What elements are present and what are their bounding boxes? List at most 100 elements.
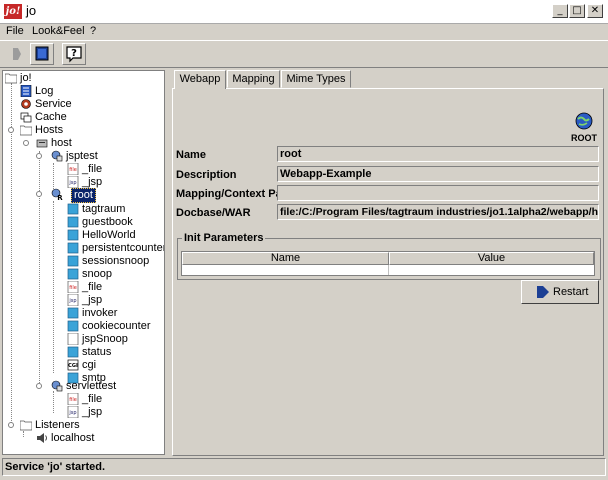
tree-label-jsptest: jsptest xyxy=(66,150,98,162)
svg-text:jsp: jsp xyxy=(68,298,76,304)
tree-label-servlet: snoop xyxy=(82,268,112,280)
svg-text:?: ? xyxy=(71,48,77,59)
tree-line xyxy=(11,83,12,425)
servlet-icon xyxy=(67,242,79,254)
tree-label-hosts: Hosts xyxy=(35,124,64,136)
root-badge: ROOT xyxy=(570,112,598,143)
servlet-icon xyxy=(67,320,79,332)
menu-look-and-feel[interactable]: Look&Feel xyxy=(32,25,85,37)
tree-label-servlet: tagtraum xyxy=(82,203,126,215)
tree-label-servlettest: servlettest xyxy=(66,380,117,392)
status-bar: Service 'jo' started. xyxy=(2,458,606,476)
stop-button[interactable] xyxy=(30,43,54,65)
tree-label-servlet: HelloWorld xyxy=(82,229,136,241)
expand-host-toggle[interactable] xyxy=(23,140,29,146)
play-icon xyxy=(13,48,21,60)
service-tree[interactable]: jo! Log Service Cache Hosts host jsptest… xyxy=(2,70,165,455)
window-title: jo xyxy=(26,3,37,18)
svg-text:jsp: jsp xyxy=(68,180,76,186)
description-field[interactable]: Webapp-Example xyxy=(277,166,599,182)
splitter[interactable] xyxy=(166,70,170,455)
webapp-icon xyxy=(51,380,63,392)
tree-label-file: _file xyxy=(82,393,103,405)
tree-label-localhost: localhost xyxy=(51,432,95,444)
globe-icon xyxy=(575,112,593,130)
mapping-field[interactable] xyxy=(277,185,599,201)
tree-label-listeners: Listeners xyxy=(35,419,80,431)
tree-label-log: Log xyxy=(35,85,54,97)
expand-root-toggle[interactable] xyxy=(36,191,42,197)
tree-label-root-webapp: root xyxy=(71,188,96,203)
tab-mime-types[interactable]: Mime Types xyxy=(281,70,351,88)
maximize-button[interactable]: □ xyxy=(569,4,585,18)
webapp-tab-content: ROOT Name root Description Webapp-Exampl… xyxy=(172,88,604,456)
webapp-icon xyxy=(51,150,63,162)
tree-label-root: jo! xyxy=(20,72,32,84)
tree-label-servlet: status xyxy=(82,346,112,358)
tree-line xyxy=(23,431,24,437)
close-button[interactable]: ✕ xyxy=(587,4,603,18)
column-header-value[interactable]: Value xyxy=(389,252,594,265)
init-parameters-table[interactable]: Name Value xyxy=(181,251,595,276)
log-icon xyxy=(20,85,32,97)
svg-text:jsp: jsp xyxy=(68,410,76,416)
file-servlet-icon: file xyxy=(67,281,79,293)
column-divider xyxy=(388,265,389,275)
folder-icon xyxy=(20,420,32,431)
tree-label-jsp-page: jspSnoop xyxy=(82,333,128,345)
file-servlet-icon: file xyxy=(67,163,79,175)
start-button[interactable] xyxy=(4,43,28,65)
tree-line xyxy=(39,151,40,387)
minimize-button[interactable]: _ xyxy=(552,4,568,18)
tree-label-servlet: cookiecounter xyxy=(82,320,151,332)
jsp-icon: jsp xyxy=(67,406,79,418)
tree-label-file: _file xyxy=(82,163,103,175)
expand-jsptest-toggle[interactable] xyxy=(36,153,42,159)
cache-icon xyxy=(20,112,32,123)
tree-line xyxy=(53,391,54,413)
root-badge-label: ROOT xyxy=(571,133,597,143)
help-button[interactable]: ? xyxy=(62,43,86,65)
servlet-icon xyxy=(67,229,79,241)
folder-icon xyxy=(5,73,17,84)
toolbar: ? xyxy=(0,40,608,68)
docbase-field[interactable]: file:/C:/Program Files/tagtraum industri… xyxy=(277,204,599,220)
speaker-icon xyxy=(37,433,47,443)
expand-hosts-toggle[interactable] xyxy=(8,127,14,133)
expand-servlettest-toggle[interactable] xyxy=(36,383,42,389)
column-header-name[interactable]: Name xyxy=(182,252,389,265)
file-servlet-icon: file xyxy=(67,393,79,405)
description-label: Description xyxy=(176,169,237,181)
restart-label: Restart xyxy=(553,286,589,298)
menu-file[interactable]: File xyxy=(6,25,24,37)
tree-label-cgi: cgi xyxy=(82,359,97,371)
gear-icon xyxy=(21,99,31,109)
tree-label-service: Service xyxy=(35,98,72,110)
menu-help[interactable]: ? xyxy=(90,25,96,37)
cgi-icon: CGI xyxy=(67,359,79,371)
svg-text:file: file xyxy=(69,397,77,403)
init-parameters-group: Init Parameters Name Value xyxy=(177,232,601,280)
help-icon: ? xyxy=(66,46,82,63)
tree-label-host: host xyxy=(51,137,72,149)
folder-icon xyxy=(20,125,32,136)
restart-button[interactable]: Restart xyxy=(521,280,599,304)
servlet-icon xyxy=(67,216,79,228)
name-label: Name xyxy=(176,149,206,161)
servlet-icon xyxy=(67,268,79,280)
menu-bar: File Look&Feel ? xyxy=(0,24,608,40)
tree-label-file: _file xyxy=(82,281,103,293)
servlet-icon xyxy=(67,255,79,267)
server-icon xyxy=(36,139,48,148)
root-webapp-icon: R xyxy=(51,188,63,200)
tree-label-servlet: invoker xyxy=(82,307,118,319)
tab-mapping[interactable]: Mapping xyxy=(227,70,280,88)
servlet-icon xyxy=(67,203,79,215)
expand-listeners-toggle[interactable] xyxy=(8,422,14,428)
tab-webapp[interactable]: Webapp xyxy=(174,70,226,89)
stop-icon xyxy=(35,46,49,61)
name-field[interactable]: root xyxy=(277,146,599,162)
restart-icon xyxy=(537,286,549,298)
title-bar: jo! jo _ □ ✕ xyxy=(0,0,608,24)
tree-line xyxy=(53,163,54,191)
